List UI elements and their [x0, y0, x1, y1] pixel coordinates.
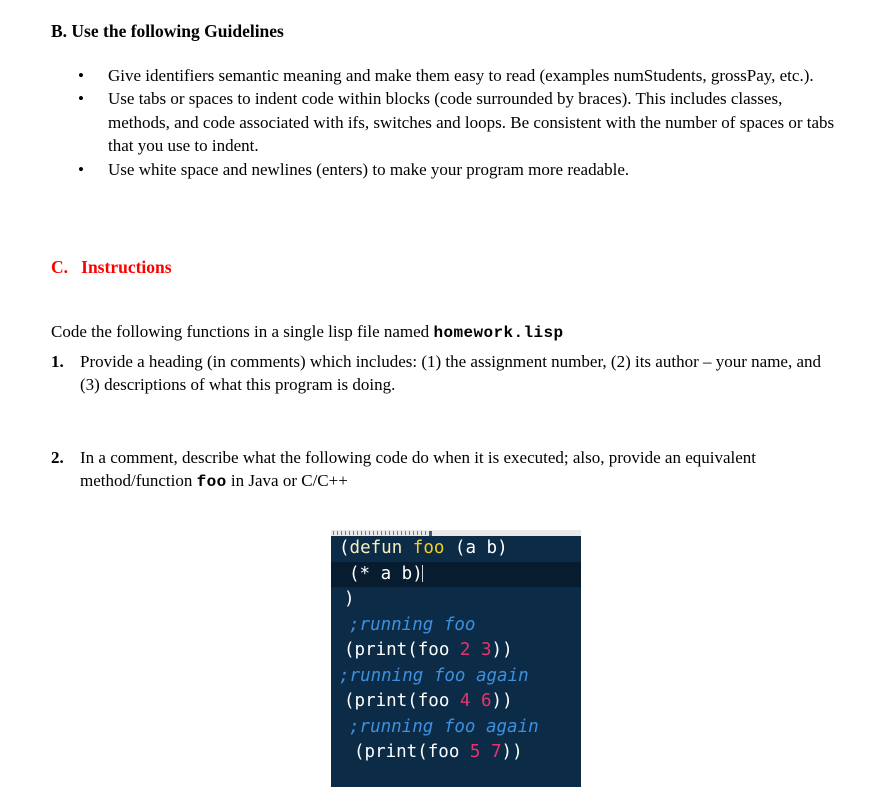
section-b-heading: B. Use the following Guidelines — [51, 21, 284, 41]
code-token-paren: (print(foo — [344, 691, 460, 711]
code-token-symbol — [402, 538, 413, 558]
code-token-paren: ( — [339, 538, 350, 558]
code-line: ) — [331, 587, 581, 613]
instructions-intro-text: Code the following functions in a single… — [51, 322, 434, 341]
code-token-number: 6 — [481, 691, 492, 711]
code-line: (print(foo 2 3)) — [331, 638, 581, 664]
code-token-number: 5 — [469, 742, 481, 762]
homework-filename: homework.lisp — [433, 324, 564, 342]
guideline-item: • Use tabs or spaces to indent code withi… — [74, 87, 844, 157]
code-token-comment: ;running foo again — [349, 716, 539, 737]
task-item-1: 1. Provide a heading (in comments) which … — [51, 350, 841, 397]
code-token-comment: ;running foo — [349, 614, 476, 635]
code-token-symbol — [470, 640, 481, 660]
code-token-number: 4 — [459, 691, 471, 711]
bullet-icon: • — [78, 89, 84, 109]
guideline-item: • Give identifiers semantic meaning and m… — [74, 64, 844, 87]
code-token-paren: (* a b) — [349, 563, 423, 584]
code-token-paren: )) — [491, 691, 513, 711]
bullet-icon: • — [78, 159, 84, 179]
code-token-number: 7 — [491, 742, 502, 762]
document-page: B. Use the following Guidelines • Give id… — [0, 0, 872, 811]
code-line: (print(foo 5 7)) — [331, 740, 581, 766]
lisp-code-block: (defun foo (a b) (* a b)) ;running foo (pri… — [331, 530, 581, 787]
guideline-item-text: Use white space and newlines (enters) to… — [108, 159, 630, 179]
section-c-heading: C. Instructions — [51, 257, 172, 277]
instructions-intro-paragraph: Code the following functions in a single… — [51, 320, 831, 345]
ruler-tick-marks — [333, 531, 429, 535]
code-lines-container: (defun foo (a b) (* a b)) ;running foo (pri… — [331, 536, 581, 787]
tasks-list: 1. Provide a heading (in comments) which … — [51, 350, 841, 495]
code-line: (* a b) — [331, 561, 581, 587]
task-text-1: Provide a heading (in comments) which in… — [80, 352, 822, 395]
code-token-paren: (a b) — [444, 538, 508, 558]
task-text-2-before: In a comment, describe what the followin… — [80, 447, 757, 491]
task-number-2: 2. — [51, 447, 64, 467]
code-token-paren: )) — [491, 640, 513, 660]
code-token-number: 2 — [459, 640, 471, 660]
code-line: ;running foo again — [331, 664, 581, 690]
guidelines-list: • Give identifiers semantic meaning and m… — [74, 64, 844, 181]
code-token-paren: )) — [501, 742, 523, 762]
code-token-paren: (print(foo — [354, 742, 470, 762]
code-token-symbol — [470, 691, 481, 711]
guideline-item: • Use white space and newlines (enters) t… — [74, 158, 844, 181]
code-token-keyword: defun — [349, 538, 403, 558]
task-text-2-after: in Java or C/C++ — [226, 471, 348, 491]
code-line: (defun foo (a b) — [331, 536, 581, 562]
bullet-icon: • — [78, 66, 84, 85]
guideline-item-text: Use tabs or spaces to indent code within… — [108, 89, 835, 156]
guideline-item-text: Give identifiers semantic meaning and ma… — [108, 66, 814, 85]
code-token-number: 3 — [481, 640, 492, 660]
ruler-position-marker — [429, 530, 432, 536]
text-caret — [421, 564, 423, 582]
task-number-1: 1. — [51, 352, 64, 371]
task-item-2: 2. In a comment, describe what the follow… — [51, 446, 841, 495]
code-line: ;running foo again — [331, 715, 581, 741]
code-token-paren: ) — [344, 589, 355, 609]
task-2-function-name: foo — [196, 473, 227, 492]
code-line: ;running foo — [331, 613, 581, 639]
code-token-comment: ;running foo again — [339, 665, 529, 686]
code-token-symbol — [480, 742, 491, 762]
code-line: (print(foo 4 6)) — [331, 689, 581, 715]
code-token-paren: (print(foo — [344, 640, 460, 660]
code-token-function-name: foo — [412, 538, 445, 558]
